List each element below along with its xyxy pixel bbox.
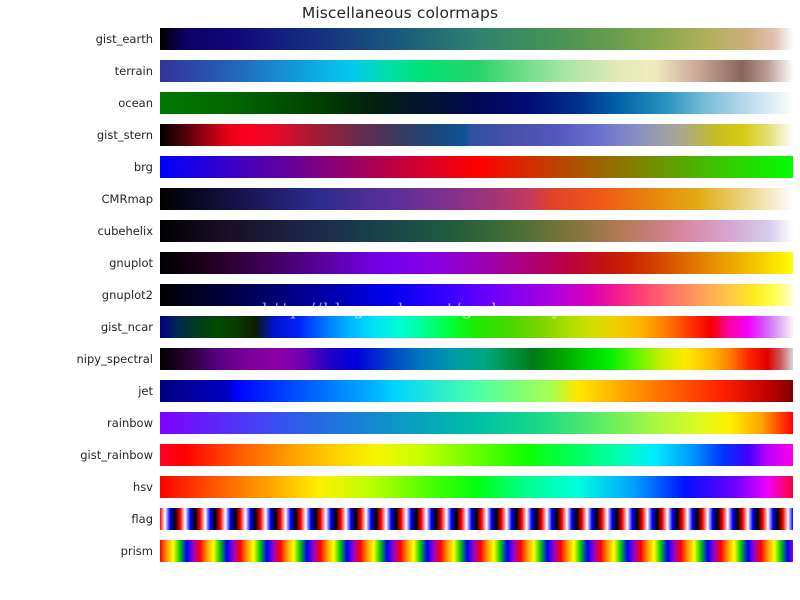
colormap-row: gist_ncar [0,316,800,348]
colormap-label-rainbow: rainbow [107,416,153,430]
colormap-row: terrain [0,60,800,92]
colormap-label-prism: prism [120,544,153,558]
colormap-bar-ocean [160,92,793,114]
colormap-bar-gist_rainbow [160,444,793,466]
colormap-bar-terrain [160,60,793,82]
colormap-label-flag: flag [131,512,153,526]
colormap-label-ocean: ocean [118,96,153,110]
colormap-label-gnuplot2: gnuplot2 [101,288,153,302]
colormap-row: nipy_spectral [0,348,800,380]
colormap-bar-brg [160,156,793,178]
colormap-bar-prism [160,540,793,562]
colormap-bar-gist_ncar [160,316,793,338]
colormap-list: gist_earthterrain ocean gist_sternbrg CMRma… [0,28,800,572]
colormap-row: gist_stern [0,124,800,156]
colormap-bar-gnuplot [160,252,793,274]
colormap-row: ocean [0,92,800,124]
colormap-row: CMRmap [0,188,800,220]
colormap-label-CMRmap: CMRmap [101,192,154,206]
page-title: Miscellaneous colormaps [301,4,499,22]
colormap-row: gnuplot2 [0,284,800,316]
colormap-row: brg [0,156,800,188]
colormap-label-hsv: hsv [132,480,153,494]
colormap-row: gist_earth [0,28,800,60]
colormap-label-brg: brg [133,160,153,174]
colormap-label-jet: jet [138,384,153,398]
colormap-row: jet [0,380,800,412]
colormap-row: prism [0,540,800,572]
colormap-bar-gist_stern [160,124,793,146]
colormap-figure: Miscellaneous colormaps gist_earthterrai… [0,0,800,600]
colormap-label-nipy_spectral: nipy_spectral [76,352,153,366]
colormap-bar-cubehelix [160,220,793,242]
colormap-label-gnuplot: gnuplot [109,256,153,270]
colormap-bar-hsv [160,476,793,498]
colormap-bar-gnuplot2 [160,284,793,306]
colormap-row: cubehelix [0,220,800,252]
colormap-row: rainbow [0,412,800,444]
colormap-label-gist_stern: gist_stern [96,128,153,142]
colormap-label-gist_ncar: gist_ncar [100,320,153,334]
colormap-label-gist_rainbow: gist_rainbow [80,448,153,462]
colormap-label-gist_earth: gist_earth [95,32,153,46]
colormap-label-cubehelix: cubehelix [97,224,153,238]
colormap-bar-jet [160,380,793,402]
colormap-row: flag [0,508,800,540]
colormap-label-terrain: terrain [114,64,153,78]
colormap-bar-rainbow [160,412,793,434]
colormap-row: gnuplot [0,252,800,284]
colormap-row: hsv [0,476,800,508]
colormap-bar-nipy_spectral [160,348,793,370]
colormap-bar-gist_earth [160,28,793,50]
colormap-bar-CMRmap [160,188,793,210]
colormap-row: gist_rainbow [0,444,800,476]
colormap-bar-flag [160,508,793,530]
